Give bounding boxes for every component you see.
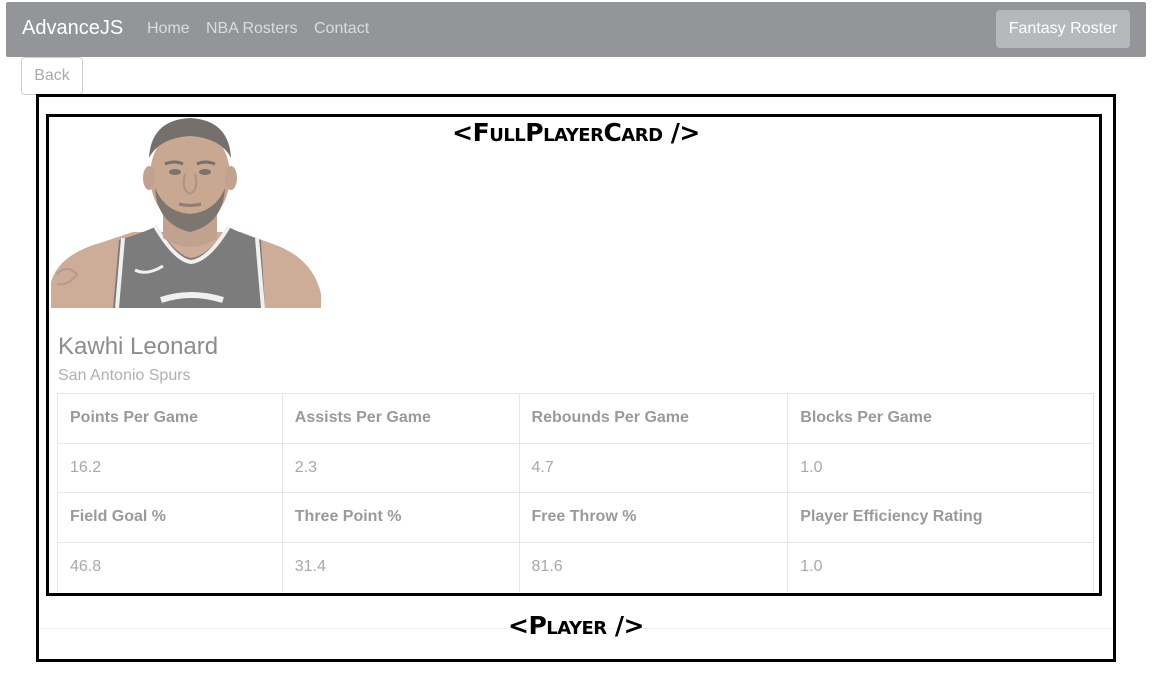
stat-header-three-point: Three Point %	[282, 492, 520, 542]
player-team: San Antonio Spurs	[58, 367, 191, 384]
brand-link[interactable]: AdvanceJS	[22, 17, 123, 40]
stat-value-blocks: 1.0	[787, 442, 1094, 493]
table-row: 46.8 31.4 81.6 1.0	[57, 541, 1094, 592]
stat-value-three-point: 31.4	[282, 541, 520, 592]
stat-value-assists: 2.3	[282, 442, 520, 493]
stat-header-points: Points Per Game	[57, 393, 283, 443]
stat-header-free-throw: Free Throw %	[519, 492, 789, 542]
player-name: Kawhi Leonard	[58, 333, 219, 360]
stat-value-field-goal: 46.8	[57, 541, 283, 592]
player-stats-table: Points Per Game Assists Per Game Rebound…	[57, 393, 1094, 592]
stat-header-field-goal: Field Goal %	[57, 492, 283, 542]
nav-link-home[interactable]: Home	[147, 20, 190, 38]
stat-header-blocks: Blocks Per Game	[787, 393, 1094, 443]
stat-header-rebounds: Rebounds Per Game	[519, 393, 789, 443]
stat-header-efficiency: Player Efficiency Rating	[787, 492, 1094, 542]
table-row: 16.2 2.3 4.7 1.0	[57, 442, 1094, 493]
table-row: Field Goal % Three Point % Free Throw % …	[57, 492, 1094, 542]
fantasy-roster-button[interactable]: Fantasy Roster	[996, 10, 1130, 48]
full-player-card-label: <FullPlayerCard />	[452, 118, 700, 147]
stat-value-points: 16.2	[57, 442, 283, 493]
stat-value-free-throw: 81.6	[519, 541, 789, 592]
back-button[interactable]: Back	[21, 57, 83, 95]
navbar: AdvanceJS Home NBA Rosters Contact Fanta…	[6, 2, 1146, 57]
stat-value-efficiency: 1.0	[787, 541, 1094, 592]
stat-header-assists: Assists Per Game	[282, 393, 520, 443]
nav-link-contact[interactable]: Contact	[314, 20, 369, 38]
stat-value-rebounds: 4.7	[519, 442, 789, 493]
table-row: Points Per Game Assists Per Game Rebound…	[57, 393, 1094, 443]
nav-link-nba-rosters[interactable]: NBA Rosters	[206, 20, 298, 38]
player-component-label: <Player />	[508, 611, 644, 640]
